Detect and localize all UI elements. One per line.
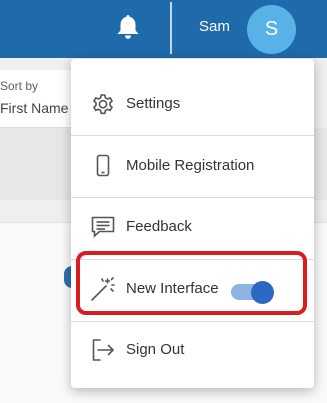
menu-item-label: Sign Out [126, 341, 185, 358]
menu-separator [71, 197, 314, 198]
menu-item-label: Feedback [126, 218, 192, 235]
avatar[interactable]: S [247, 5, 296, 54]
user-dropdown-menu: Settings Mobile Registration Feedback Ne… [71, 59, 314, 388]
menu-item-label: Settings [126, 95, 181, 112]
highlight-box [76, 251, 307, 315]
chat-bubble-icon [89, 213, 117, 241]
menu-item-sign-out[interactable]: Sign Out [71, 330, 314, 370]
sort-by-label: Sort by [0, 79, 39, 93]
header-divider [170, 2, 172, 54]
mobile-phone-icon [89, 152, 117, 180]
menu-item-feedback[interactable]: Feedback [71, 207, 314, 247]
menu-item-label: Mobile Registration [126, 157, 255, 174]
menu-separator [71, 321, 314, 322]
sign-out-icon [89, 336, 117, 364]
menu-item-settings[interactable]: Settings [71, 84, 314, 124]
user-name[interactable]: Sam [199, 18, 230, 35]
gear-icon [89, 90, 117, 118]
sort-by-value[interactable]: First Name [0, 100, 68, 116]
top-navigation-bar: Sam S [0, 0, 327, 58]
menu-item-mobile-registration[interactable]: Mobile Registration [71, 146, 314, 186]
menu-separator [71, 135, 314, 136]
bell-icon[interactable] [113, 12, 143, 42]
